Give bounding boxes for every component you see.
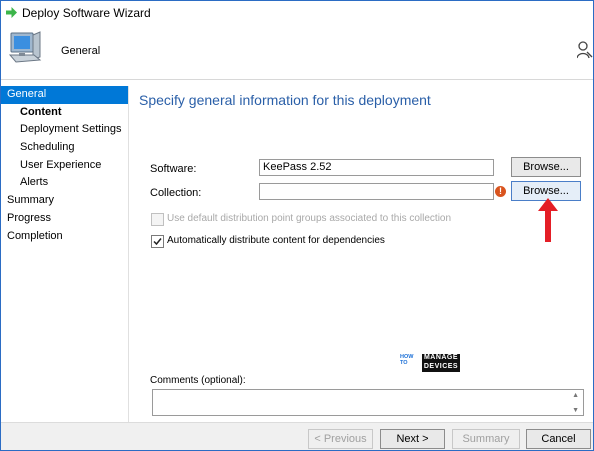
nav-item-completion[interactable]: Completion	[1, 228, 128, 246]
software-browse-button[interactable]: Browse...	[511, 157, 581, 177]
nav-item-general[interactable]: General	[1, 86, 128, 104]
logo-manage-devices: MANAGE DEVICES	[422, 354, 460, 372]
title-bar: Deploy Software Wizard	[1, 1, 593, 25]
scroll-down-icon[interactable]: ▼	[572, 407, 579, 414]
software-label: Software:	[150, 163, 197, 175]
page-heading: Specify general information for this dep…	[139, 92, 431, 108]
auto-distribute-checkbox[interactable]	[151, 235, 164, 248]
nav-item-deployment-settings[interactable]: Deployment Settings	[1, 121, 128, 139]
summary-button[interactable]: Summary	[452, 429, 520, 449]
collection-label: Collection:	[150, 187, 202, 199]
default-dp-checkbox[interactable]	[151, 213, 164, 226]
nav-item-progress[interactable]: Progress	[1, 210, 128, 228]
previous-button[interactable]: < Previous	[308, 429, 373, 449]
wizard-window: Deploy Software Wizard General General C…	[0, 0, 594, 451]
software-field[interactable]: KeePass 2.52	[259, 159, 494, 176]
button-bar: < Previous Next > Summary Cancel	[1, 422, 593, 450]
wizard-step-nav: General Content Deployment Settings Sche…	[1, 86, 129, 450]
error-icon: !	[495, 186, 506, 197]
user-icon	[577, 41, 593, 59]
collection-field[interactable]	[259, 183, 494, 200]
nav-item-user-experience[interactable]: User Experience	[1, 157, 128, 175]
next-button[interactable]: Next >	[380, 429, 445, 449]
nav-item-alerts[interactable]: Alerts	[1, 174, 128, 192]
window-title: Deploy Software Wizard	[22, 6, 151, 20]
nav-item-scheduling[interactable]: Scheduling	[1, 139, 128, 157]
header-title: General	[61, 45, 101, 57]
annotation-arrow-icon	[538, 198, 558, 242]
wizard-header: General	[1, 25, 593, 80]
comments-textarea[interactable]: ▲ ▼	[152, 389, 584, 416]
nav-item-summary[interactable]: Summary	[1, 192, 128, 210]
checkmark-icon	[153, 238, 162, 246]
scroll-up-icon[interactable]: ▲	[572, 392, 579, 399]
logo-how-to: HOW TO	[400, 354, 414, 366]
wizard-arrow-icon	[6, 7, 17, 18]
comments-label: Comments (optional):	[150, 375, 246, 386]
computer-icon	[8, 31, 42, 63]
auto-distribute-label: Automatically distribute content for dep…	[167, 235, 385, 246]
nav-item-content[interactable]: Content	[1, 104, 128, 122]
cancel-button[interactable]: Cancel	[526, 429, 591, 449]
default-dp-label: Use default distribution point groups as…	[167, 213, 452, 224]
